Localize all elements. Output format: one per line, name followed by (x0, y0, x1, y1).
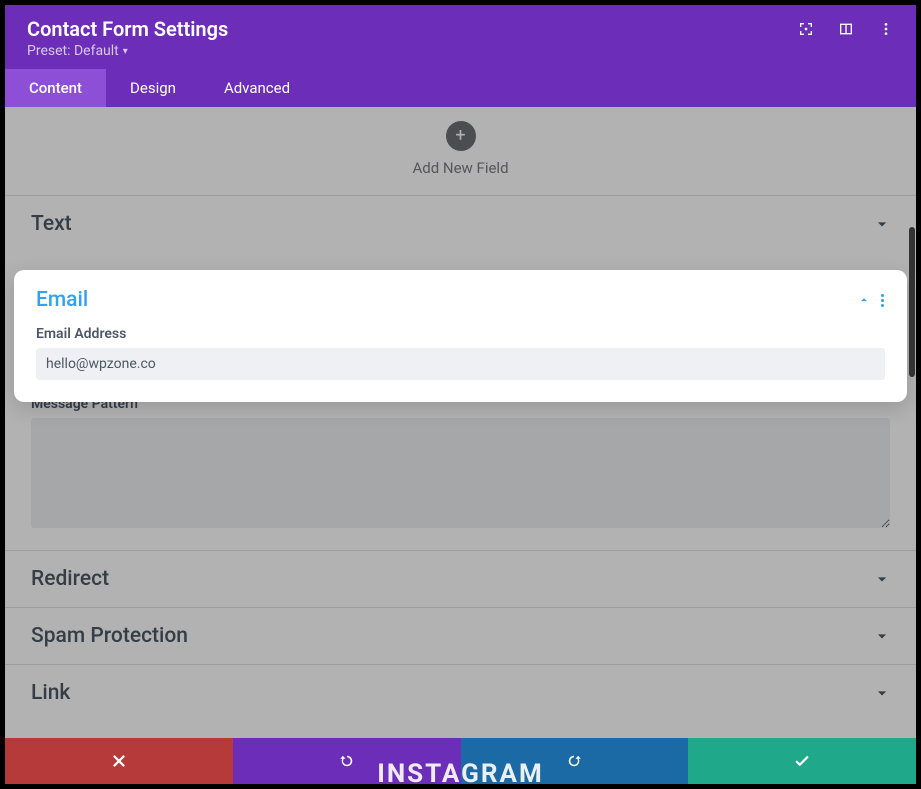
tab-content[interactable]: Content (5, 69, 106, 107)
tab-design[interactable]: Design (106, 69, 200, 107)
cancel-button[interactable] (5, 738, 233, 784)
check-icon (793, 752, 811, 770)
caret-down-icon: ▾ (123, 46, 128, 57)
dim-overlay (5, 107, 916, 738)
header-actions (798, 17, 894, 37)
preset-label: Preset: Default (27, 43, 119, 59)
tab-advanced[interactable]: Advanced (200, 69, 314, 107)
more-icon[interactable] (881, 294, 885, 307)
chevron-up-icon[interactable] (857, 293, 871, 307)
background-watermark: INSTAGRAM (377, 759, 544, 789)
modal-header: Contact Form Settings Preset: Default ▾ (5, 5, 916, 69)
redo-icon (565, 752, 583, 770)
header-left: Contact Form Settings Preset: Default ▾ (27, 17, 228, 59)
undo-icon (338, 752, 356, 770)
tab-bar: Content Design Advanced (5, 69, 916, 107)
save-button[interactable] (688, 738, 916, 784)
email-section-header[interactable]: Email (36, 288, 885, 312)
preset-dropdown[interactable]: Preset: Default ▾ (27, 43, 228, 59)
modal-title: Contact Form Settings (27, 17, 228, 41)
more-icon[interactable] (878, 21, 894, 37)
close-icon (110, 752, 128, 770)
email-section-title: Email (36, 288, 88, 312)
email-section-actions (857, 293, 885, 307)
focus-icon[interactable] (798, 21, 814, 37)
section-email-expanded: Email Email Address (14, 270, 907, 402)
panel-icon[interactable] (838, 21, 854, 37)
email-address-input[interactable] (36, 348, 885, 380)
scrollbar[interactable] (908, 227, 916, 727)
scrollbar-thumb[interactable] (909, 227, 915, 377)
email-address-label: Email Address (36, 326, 885, 342)
modal-content: + Add New Field Text Message Pattern (5, 107, 916, 738)
